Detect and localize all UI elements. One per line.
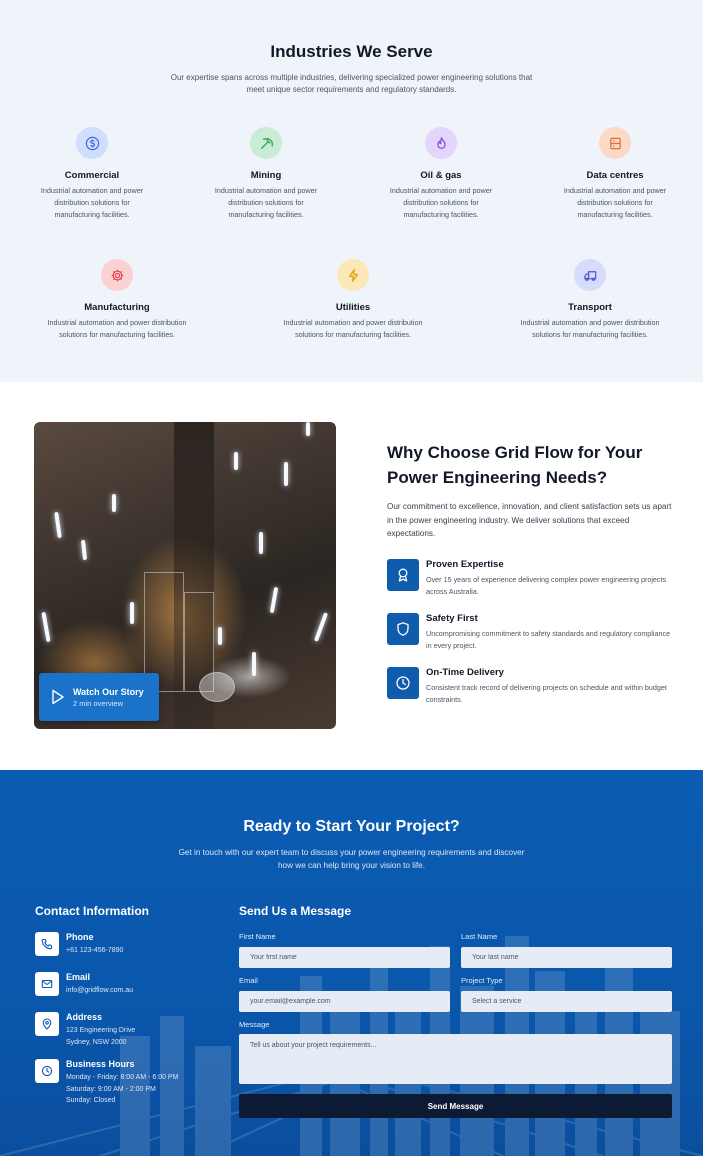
last-name-label: Last Name bbox=[461, 932, 498, 941]
hours-line-2: Saturday: 9:00 AM - 2:00 PM bbox=[66, 1085, 156, 1093]
contact-subtitle: Get in touch with our expert team to dis… bbox=[178, 848, 525, 870]
light-beam bbox=[54, 511, 62, 539]
location-pin-icon bbox=[35, 1012, 59, 1036]
industry-oil-gas[interactable]: Oil & gas Industrial automation and powe… bbox=[386, 127, 496, 220]
industry-name: Utilities bbox=[335, 302, 371, 313]
industry-name: Manufacturing bbox=[84, 302, 150, 313]
email-value[interactable]: info@gridflow.com.au bbox=[66, 985, 133, 997]
industry-name: Oil & gas bbox=[420, 170, 462, 181]
why-description: Our commitment to excellence, innovation… bbox=[387, 502, 672, 538]
light-beam bbox=[41, 611, 51, 643]
light-beam bbox=[80, 539, 88, 561]
gear-icon bbox=[101, 259, 133, 291]
phone-value[interactable]: +61 123-456-7890 bbox=[66, 945, 123, 957]
industries-title: Industries We Serve bbox=[270, 42, 433, 61]
first-name-input[interactable] bbox=[239, 947, 450, 968]
light-beam bbox=[313, 612, 329, 642]
industry-transport[interactable]: Transport Industrial automation and powe… bbox=[509, 259, 671, 341]
clock-icon bbox=[387, 667, 419, 699]
phone-icon bbox=[35, 932, 59, 956]
industry-name: Commercial bbox=[64, 170, 120, 181]
server-icon bbox=[599, 127, 631, 159]
industry-description: Industrial automation and power distribu… bbox=[40, 186, 144, 219]
contact-title: Ready to Start Your Project? bbox=[243, 818, 460, 835]
hours-line-3: Sunday: Closed bbox=[66, 1097, 116, 1104]
industry-mining[interactable]: Mining Industrial automation and power d… bbox=[211, 127, 321, 220]
industry-description: Industrial automation and power distribu… bbox=[520, 318, 660, 339]
industry-description: Industrial automation and power distribu… bbox=[283, 318, 423, 339]
bolt-icon bbox=[337, 259, 369, 291]
hours-line-1: Monday - Friday: 8:00 AM - 6:00 PM bbox=[66, 1074, 179, 1081]
email-input[interactable] bbox=[239, 991, 450, 1012]
address-label: Address bbox=[66, 1012, 103, 1022]
feature-description: Consistent track record of delivering pr… bbox=[426, 683, 667, 704]
chandelier bbox=[199, 672, 235, 702]
address-line-2: Sydney, NSW 2000 bbox=[66, 1038, 127, 1046]
address-line-1: 123 Engineering Drive bbox=[66, 1027, 136, 1034]
light-beam bbox=[130, 602, 134, 624]
light-beam bbox=[234, 452, 238, 470]
flame-icon bbox=[425, 127, 457, 159]
contact-info-title: Contact Information bbox=[35, 904, 149, 918]
industry-description: Industrial automation and power distribu… bbox=[214, 186, 318, 219]
why-title: Why Choose Grid Flow for Your Power Engi… bbox=[387, 443, 643, 487]
industry-manufacturing[interactable]: Manufacturing Industrial automation and … bbox=[36, 259, 198, 341]
hours-value: Monday - Friday: 8:00 AM - 6:00 PM Satur… bbox=[66, 1072, 178, 1107]
industries-section: Industries We Serve Our expertise spans … bbox=[0, 0, 703, 382]
project-type-value: Select a service bbox=[472, 998, 522, 1005]
shield-icon bbox=[387, 613, 419, 645]
light-beam bbox=[218, 627, 222, 645]
industry-description: Industrial automation and power distribu… bbox=[47, 318, 187, 339]
hours-label: Business Hours bbox=[66, 1059, 135, 1069]
award-icon bbox=[387, 559, 419, 591]
industry-description: Industrial automation and power distribu… bbox=[563, 186, 667, 219]
truck-icon bbox=[574, 259, 606, 291]
project-type-label: Project Type bbox=[461, 976, 503, 985]
light-beam bbox=[306, 422, 310, 436]
industry-utilities[interactable]: Utilities Industrial automation and powe… bbox=[272, 259, 434, 341]
industry-description: Industrial automation and power distribu… bbox=[389, 186, 493, 219]
feature-description: Uncompromising commitment to safety stan… bbox=[426, 629, 671, 650]
project-type-select[interactable]: Select a service bbox=[461, 991, 672, 1012]
why-choose-section: Watch Our Story 2 min overview Why Choos… bbox=[0, 382, 703, 770]
light-beam bbox=[269, 586, 279, 614]
industry-name: Mining bbox=[250, 170, 282, 181]
industry-name: Transport bbox=[568, 302, 612, 313]
dollar-icon bbox=[76, 127, 108, 159]
last-name-input[interactable] bbox=[461, 947, 672, 968]
send-message-title: Send Us a Message bbox=[239, 904, 352, 918]
watch-story-button[interactable]: Watch Our Story 2 min overview bbox=[39, 673, 159, 721]
industries-subtitle: Our expertise spans across multiple indu… bbox=[170, 73, 533, 94]
industry-data-centres[interactable]: Data centres Industrial automation and p… bbox=[560, 127, 670, 220]
mail-icon bbox=[35, 972, 59, 996]
pickaxe-icon bbox=[250, 127, 282, 159]
light-beam bbox=[284, 462, 288, 486]
contact-section: Ready to Start Your Project? Get in touc… bbox=[0, 770, 703, 1156]
message-label: Message bbox=[239, 1020, 270, 1029]
light-beam bbox=[252, 652, 256, 676]
play-icon bbox=[52, 689, 64, 705]
industry-commercial[interactable]: Commercial Industrial automation and pow… bbox=[37, 127, 147, 220]
light-beam bbox=[259, 532, 263, 554]
feature-description: Over 15 years of experience delivering c… bbox=[426, 575, 667, 596]
feature-title: Safety First bbox=[426, 613, 478, 624]
send-message-button[interactable]: Send Message bbox=[239, 1094, 672, 1118]
feature-title: On-Time Delivery bbox=[426, 667, 504, 678]
phone-label: Phone bbox=[66, 932, 94, 942]
light-beam bbox=[112, 494, 116, 512]
address-value: 123 Engineering Drive Sydney, NSW 2000 bbox=[66, 1025, 135, 1048]
first-name-label: First Name bbox=[239, 932, 276, 941]
message-textarea[interactable] bbox=[239, 1034, 672, 1084]
clock-icon bbox=[35, 1059, 59, 1083]
watch-story-subtitle: 2 min overview bbox=[73, 698, 124, 708]
industry-name: Data centres bbox=[586, 170, 644, 181]
email-label: Email bbox=[66, 972, 91, 982]
watch-story-title: Watch Our Story bbox=[73, 686, 144, 697]
feature-title: Proven Expertise bbox=[426, 559, 504, 570]
email-field-label: Email bbox=[239, 976, 258, 985]
